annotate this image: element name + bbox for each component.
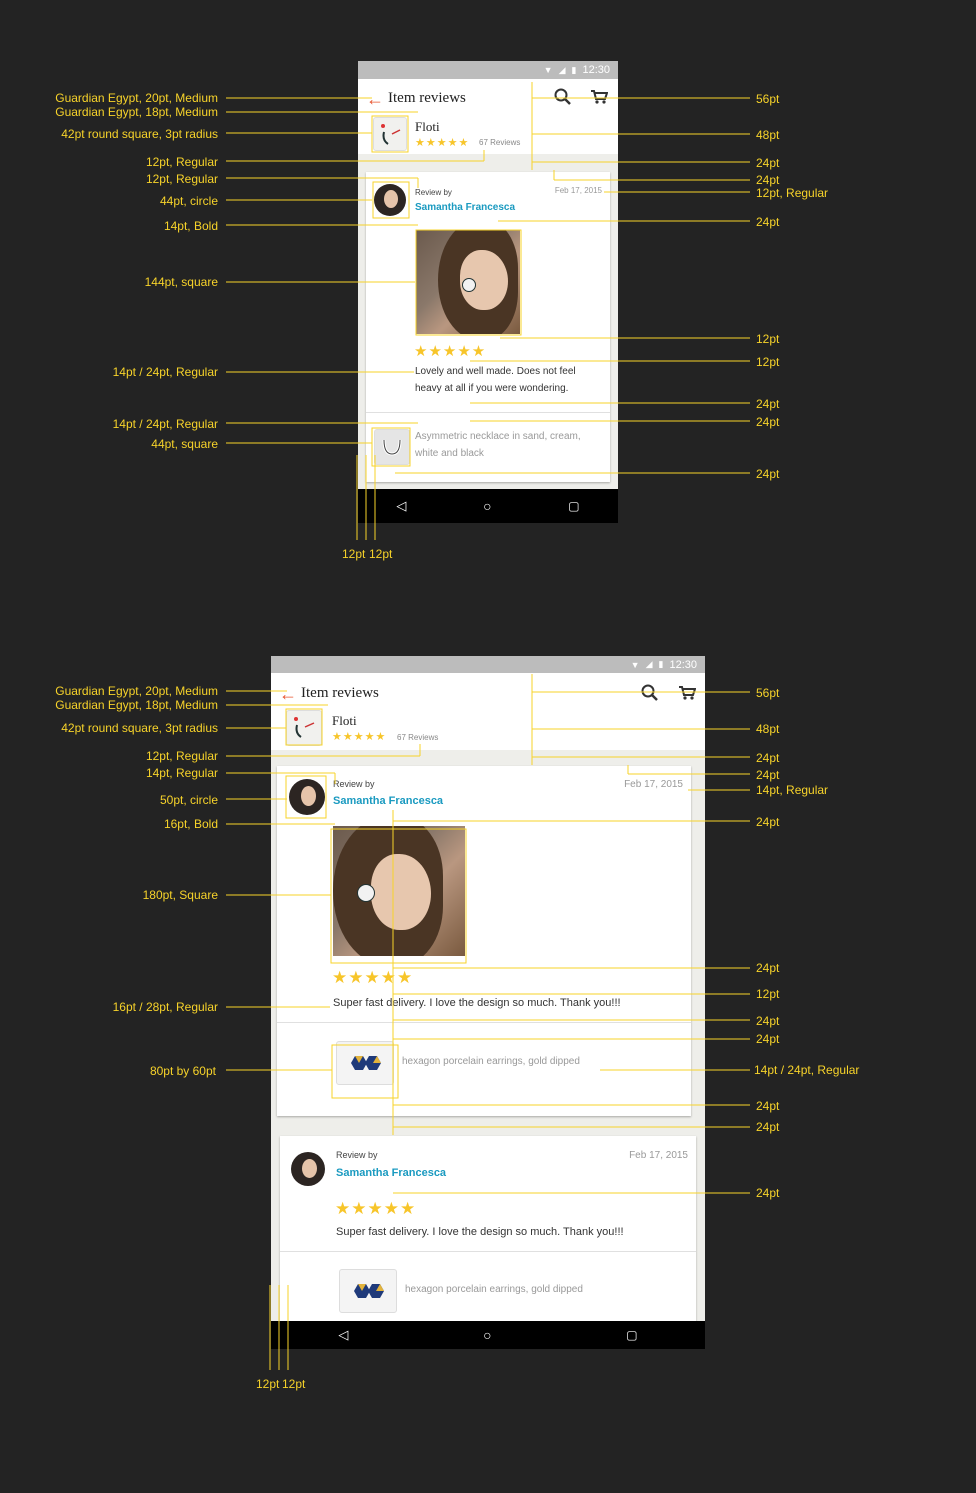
annotation: 12pt, Regular <box>145 172 218 186</box>
annotation: 14pt / 24pt, Regular <box>112 417 218 431</box>
annotation: 42pt round square, 3pt radius <box>61 721 218 735</box>
annotation: 24pt <box>756 1120 780 1134</box>
annotation-lines <box>226 82 750 1370</box>
annotation: 180pt, Square <box>142 888 218 902</box>
annotation: 14pt, Bold <box>163 219 218 233</box>
annotation: 12pt <box>369 547 393 561</box>
annotation: 24pt <box>756 1186 780 1200</box>
annotation: 24pt <box>756 768 780 782</box>
annotation: Guardian Egypt, 18pt, Medium <box>55 105 218 119</box>
annotation: 44pt, square <box>151 437 218 451</box>
annotation: 24pt <box>756 415 780 429</box>
annotation: 24pt <box>756 467 780 481</box>
annotation: 24pt <box>756 815 780 829</box>
annotation: Guardian Egypt, 18pt, Medium <box>55 698 218 712</box>
annotation: 24pt <box>756 397 780 411</box>
annotation: 24pt <box>756 961 780 975</box>
annotation: 12pt <box>756 332 780 346</box>
annotation: 12pt <box>756 987 780 1001</box>
annotation: 24pt <box>756 156 780 170</box>
annotation: 24pt <box>756 173 780 187</box>
annotation: 14pt / 24pt, Regular <box>754 1063 860 1077</box>
annotation: 56pt <box>756 92 780 106</box>
annotation: 14pt / 24pt, Regular <box>112 365 218 379</box>
annotation: 144pt, square <box>144 275 218 289</box>
annotation: 16pt, Bold <box>163 817 218 831</box>
annotation: 12pt <box>256 1377 280 1391</box>
annotation: 24pt <box>756 1099 780 1113</box>
annotation: 42pt round square, 3pt radius <box>61 127 218 141</box>
annotation: Guardian Egypt, 20pt, Medium <box>55 684 218 698</box>
annotation: 80pt by 60pt <box>149 1064 216 1078</box>
annotation: 12pt, Regular <box>145 749 218 763</box>
annotation: 14pt, Regular <box>756 783 829 797</box>
annotation: 12pt, Regular <box>756 186 829 200</box>
annotation: 12pt <box>756 355 780 369</box>
annotation: 12pt <box>282 1377 306 1391</box>
annotation: Guardian Egypt, 20pt, Medium <box>55 91 218 105</box>
annotation: 50pt, circle <box>159 793 218 807</box>
annotation: 24pt <box>756 1032 780 1046</box>
annotation: 12pt <box>342 547 366 561</box>
annotation: 24pt <box>756 1014 780 1028</box>
annotation: 24pt <box>756 215 780 229</box>
annotation: 24pt <box>756 751 780 765</box>
annotation: 48pt <box>756 722 780 736</box>
annotation: 16pt / 28pt, Regular <box>112 1000 218 1014</box>
annotation: 14pt, Regular <box>145 766 218 780</box>
annotation: 48pt <box>756 128 780 142</box>
annotation: 44pt, circle <box>159 194 218 208</box>
annotation: 12pt, Regular <box>145 155 218 169</box>
annotation: 56pt <box>756 686 780 700</box>
